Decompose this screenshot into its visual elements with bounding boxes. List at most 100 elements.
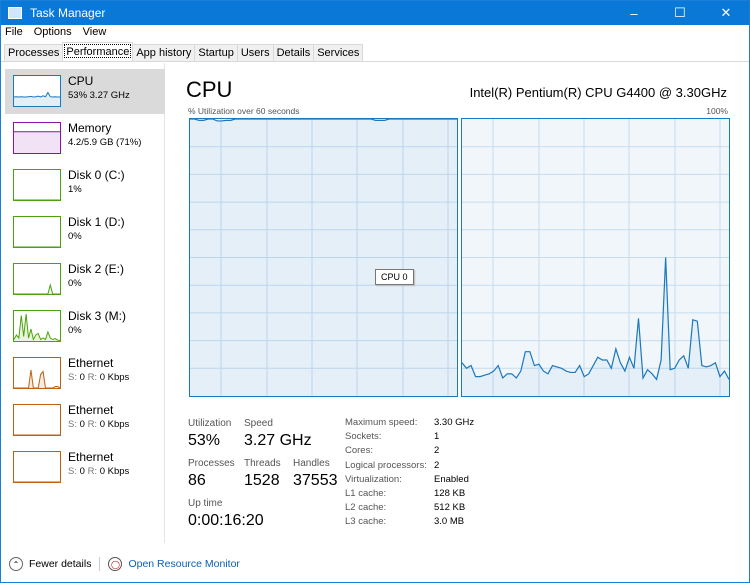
tab-processes[interactable]: Processes [4,44,64,61]
sidebar-item-ethernet[interactable]: Ethernet S: 0 R: 0 Kbps [5,398,165,443]
spec-value: 3.30 GHz [434,417,475,428]
open-resource-monitor-link[interactable]: Open Resource Monitor [128,558,239,570]
menu-file[interactable]: File [5,26,23,42]
resource-monitor-icon: ◯ [108,557,123,571]
sparkline-line [14,283,60,294]
spec-label: L3 cache: [345,516,387,528]
minimize-button[interactable]: – [611,1,657,25]
send-label: S: [68,419,77,430]
window-title: Task Manager [30,6,106,20]
spec-label: Maximum speed: [345,417,418,428]
close-button[interactable]: ✕ [703,1,749,25]
uptime-value: 0:00:16:20 [188,512,264,529]
sparkline [13,357,61,389]
item-name: CPU [68,74,94,88]
item-value: 0% [68,231,82,242]
sparkline [13,122,61,154]
item-name: Disk 1 (D:) [68,215,125,229]
processes-label: Processes [188,458,235,469]
utilization-value: 53% [188,432,221,449]
sparkline [13,75,61,107]
tab-services[interactable]: Services [313,44,364,61]
threads-label: Threads [244,458,281,469]
menu-view[interactable]: View [83,26,107,42]
footer-divider [99,557,101,571]
sparkline-line [14,91,60,98]
item-value-row: 0% [68,325,82,336]
utilization-label: Utilization [188,418,232,429]
tab-details[interactable]: Details [272,44,315,61]
send-label: S: [68,466,77,477]
sparkline-fill [14,285,60,294]
sparkline [13,216,61,248]
spec-value: 1 [434,431,440,443]
item-value-row: 1% [68,184,82,195]
spec-value: 2 [434,445,440,457]
receive-label: R: [87,466,98,477]
tab-users[interactable]: Users [236,44,274,61]
sidebar-item-memory[interactable]: Memory 4.2/5.9 GB (71%) [5,116,165,161]
item-name: Disk 3 (M:) [68,309,126,323]
send-value: 0 [79,466,85,477]
sidebar-item-ethernet[interactable]: Ethernet S: 0 R: 0 Kbps [5,351,165,396]
processes-value: 86 [188,472,206,489]
sidebar-item-disk-0-c[interactable]: Disk 0 (C:) 1% [5,163,165,208]
handles-value: 37553 [293,472,338,489]
sparkline-fill [14,92,60,106]
item-value: 53% 3.27 GHz [68,90,130,101]
footer: ⌃ Fewer details ◯ Open Resource Monitor [9,557,240,571]
graph-label: % Utilization over 60 seconds [188,106,300,116]
sidebar-item-disk-2-e[interactable]: Disk 2 (E:) 0% [5,257,165,302]
graph-max-label: 100% [706,106,728,116]
sidebar-item-disk-3-m[interactable]: Disk 3 (M:) 0% [5,304,165,349]
spec-value: 512 KB [434,502,466,514]
cpu1-graph [461,118,730,397]
page-title: CPU [186,77,233,102]
sparkline [13,263,61,295]
spec-label: L2 cache: [345,502,387,514]
sparkline-fill [14,370,60,388]
sidebar-item-disk-1-d[interactable]: Disk 1 (D:) 0% [5,210,165,255]
tab-performance[interactable]: Performance [62,42,134,60]
item-value: 4.2/5.9 GB (71%) [68,137,142,148]
speed-value: 3.27 GHz [244,432,312,449]
spec-value: Enabled [434,473,469,485]
title-bar: Task Manager – ☐ ✕ [1,1,749,25]
sparkline-fill [14,131,60,153]
speed-label: Speed [244,418,273,429]
fewer-details-button[interactable]: Fewer details [29,558,91,570]
chevron-up-icon[interactable]: ⌃ [9,557,23,571]
item-value-row: S: 0 R: 0 Kbps [68,466,129,477]
item-value: 0% [68,278,82,289]
sidebar-item-ethernet[interactable]: Ethernet S: 0 R: 0 Kbps [5,445,165,490]
item-name: Disk 2 (E:) [68,262,125,276]
menu-bar: File Options View [1,26,749,42]
tab-startup[interactable]: Startup [194,44,238,61]
cpu0-graph [189,118,458,397]
item-name: Ethernet [68,356,114,370]
item-value-row: 0% [68,278,82,289]
utilization-line [462,257,729,381]
menu-options[interactable]: Options [34,26,72,42]
receive-label: R: [87,372,98,383]
tab-bar: Processes Performance App history Startu… [1,42,749,62]
maximize-button[interactable]: ☐ [657,1,703,25]
receive-label: R: [87,419,98,430]
spec-value: 3.0 MB [434,516,465,528]
item-value-row: 53% 3.27 GHz [68,90,130,101]
graph-tooltip: CPU 0 [375,269,414,285]
receive-value: 0 Kbps [99,419,130,430]
spec-label: Cores: [345,445,373,457]
send-label: S: [68,372,77,383]
receive-value: 0 Kbps [99,466,130,477]
item-value: 0% [68,325,82,336]
item-value-row: S: 0 R: 0 Kbps [68,372,129,383]
item-value: 1% [68,184,82,195]
spec-value: 128 KB [434,488,466,499]
item-value-row: S: 0 R: 0 Kbps [68,419,129,430]
item-name: Ethernet [68,450,114,464]
tab-app-history[interactable]: App history [132,44,196,61]
handles-label: Handles [293,458,330,469]
sidebar-item-cpu[interactable]: CPU 53% 3.27 GHz [5,69,165,114]
receive-value: 0 Kbps [99,372,130,383]
